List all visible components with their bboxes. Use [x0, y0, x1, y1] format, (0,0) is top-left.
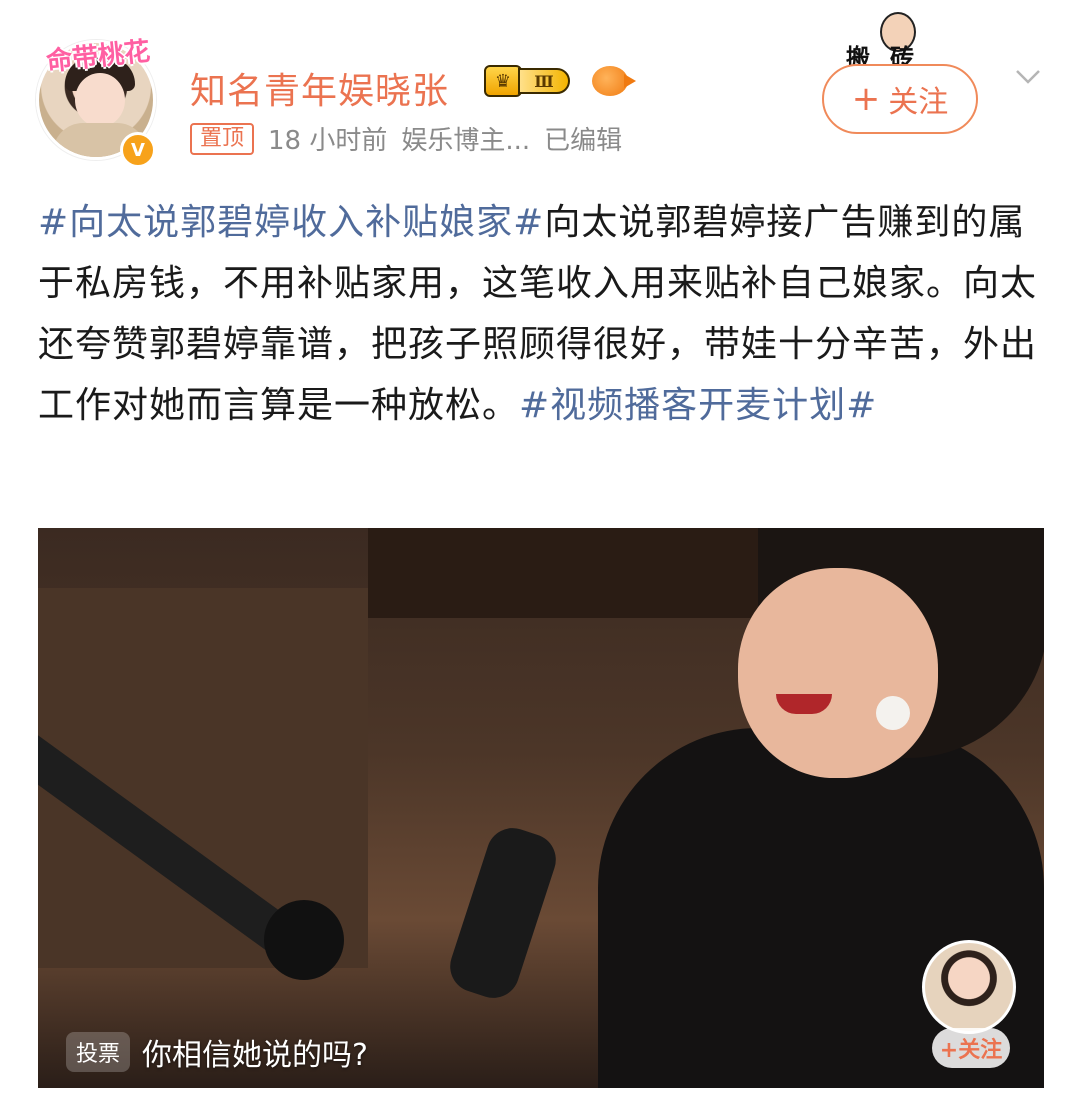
edited-label[interactable]: 已编辑 [544, 120, 622, 157]
mini-avatar[interactable] [922, 940, 1016, 1034]
hashtag-topic-2[interactable]: #视频播客开麦计划# [519, 385, 877, 426]
author-source[interactable]: 娱乐博主... [401, 120, 530, 157]
video-thumbnail[interactable]: +关注 投票 你相信她说的吗? [38, 528, 1044, 1088]
post-header: 命带桃花 V 知名青年娱晓张 ♛ Ⅲ 置顶 18 小时前 娱乐博主... 已编辑… [0, 0, 1080, 180]
vip-level: Ⅲ [518, 68, 570, 94]
username[interactable]: 知名青年娱晓张 [190, 62, 449, 114]
fish-badge-icon[interactable] [592, 66, 636, 96]
mic-joint [264, 900, 344, 980]
follow-label: 关注 [888, 85, 949, 120]
poll-question[interactable]: 你相信她说的吗? [142, 1030, 368, 1074]
pinned-tag: 置顶 [190, 122, 255, 155]
mini-follow-button[interactable]: +关注 [932, 1028, 1010, 1068]
microphone [443, 821, 563, 1005]
hashtag-topic-1[interactable]: #向太说郭碧婷收入补贴娘家# [38, 202, 544, 243]
vip-badge[interactable]: ♛ Ⅲ [484, 64, 582, 98]
post-meta: 置顶 18 小时前 娱乐博主... 已编辑 [190, 120, 622, 157]
poll-tag: 投票 [66, 1032, 131, 1072]
plus-icon: + [851, 79, 881, 119]
earring [876, 696, 910, 730]
poll-row[interactable]: 投票 你相信她说的吗? [66, 1030, 368, 1074]
verified-badge-icon: V [120, 132, 156, 168]
post-time: 18 小时前 [268, 126, 388, 156]
post-body: #向太说郭碧婷收入补贴娘家#向太说郭碧婷接广告赚到的属于私房钱，不用补贴家用，这… [38, 192, 1038, 436]
author-avatar[interactable]: 命带桃花 V [36, 37, 160, 168]
avatar-face [75, 73, 125, 127]
chevron-down-icon[interactable] [1014, 62, 1042, 90]
background-wall [368, 528, 788, 618]
decor-sticker: 搬砖 [840, 8, 960, 72]
crown-icon: ♛ [484, 65, 522, 97]
follow-button[interactable]: + 关注 [822, 64, 978, 134]
person-face [738, 568, 938, 778]
